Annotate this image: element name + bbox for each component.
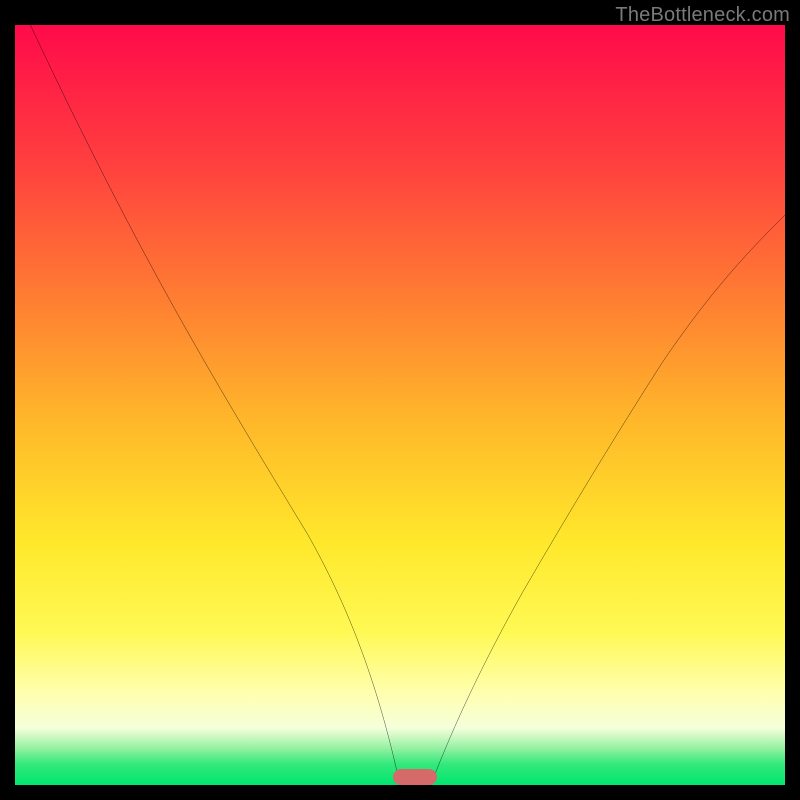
chart-container: TheBottleneck.com xyxy=(0,0,800,800)
curves-svg xyxy=(15,25,785,785)
plot-area xyxy=(15,25,785,785)
right-curve xyxy=(431,215,785,785)
trough-marker xyxy=(393,769,437,785)
left-curve xyxy=(30,25,400,785)
watermark-text: TheBottleneck.com xyxy=(615,4,790,27)
